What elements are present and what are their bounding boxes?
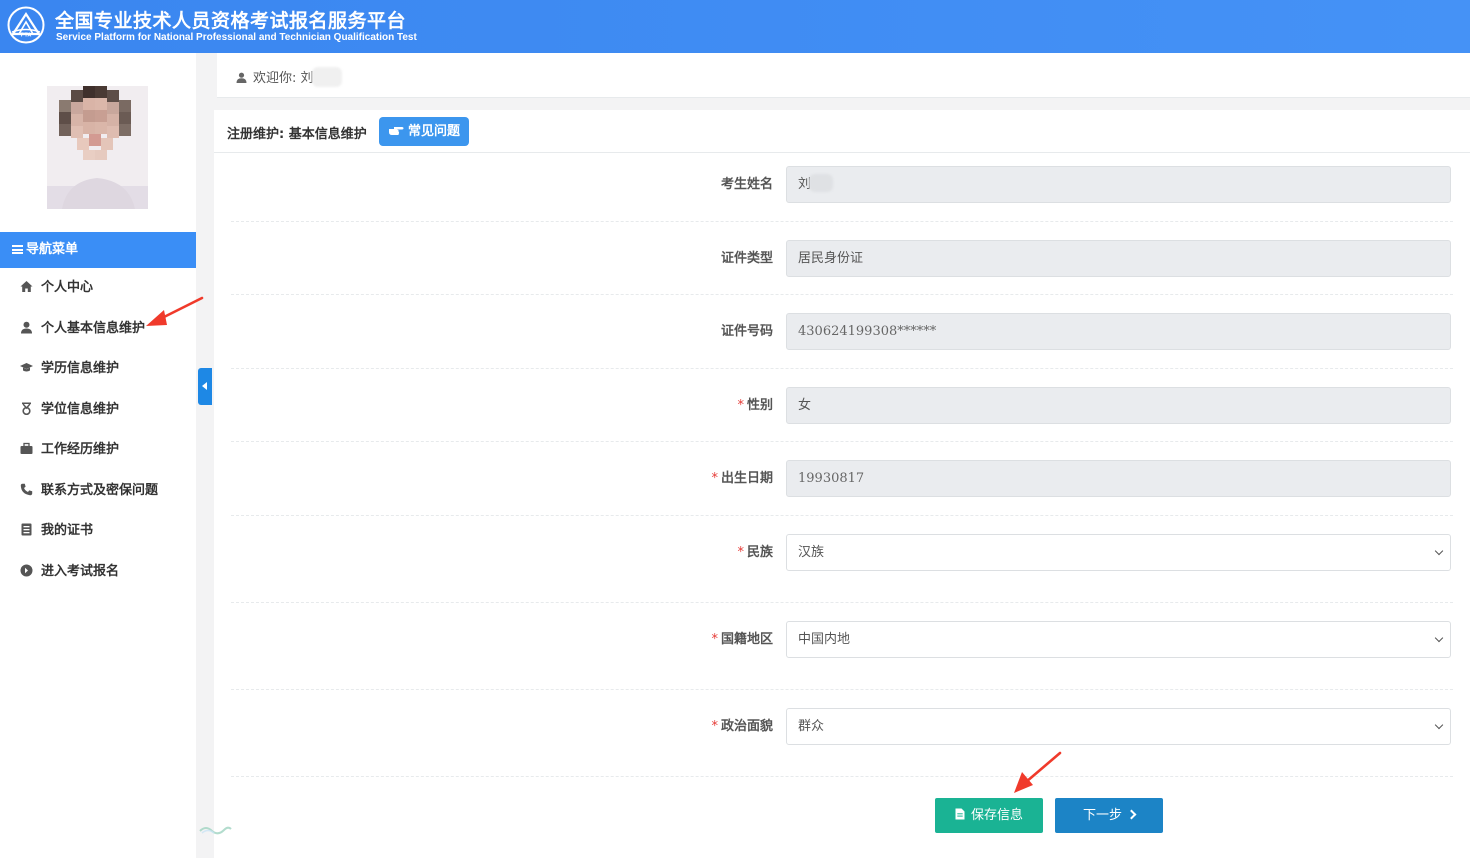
arrow-circle-icon	[20, 564, 33, 576]
selected-value: 汉族	[798, 545, 825, 560]
annotation-arrow	[146, 296, 204, 326]
field-label-text: 民族	[746, 545, 773, 560]
sidebar-item-label: 学位信息维护	[41, 401, 120, 417]
site-subtitle: Service Platform for National Profession…	[56, 32, 417, 43]
sidebar-collapse-toggle[interactable]	[198, 368, 212, 405]
name-field: 刘	[786, 166, 1451, 203]
required-mark: *	[711, 471, 718, 486]
sidebar-item-label: 联系方式及密保问题	[41, 482, 159, 498]
form-label: * 国籍地区	[711, 628, 773, 647]
faq-label: 常见问题	[408, 124, 461, 139]
id-number-field: 430624199308******	[786, 313, 1451, 350]
form-label: 证件类型	[721, 247, 773, 266]
nav-menu-title: 导航菜单	[26, 242, 79, 257]
redacted-name-mask	[311, 67, 342, 87]
sidebar-item-degree[interactable]: 学位信息维护	[0, 390, 196, 431]
form-row-name: 考生姓名 刘	[231, 153, 1453, 222]
chevron-right-icon	[1126, 809, 1137, 820]
field-label-text: 证件类型	[720, 251, 773, 266]
user-icon	[236, 72, 247, 83]
form-label: 考生姓名	[721, 173, 773, 192]
pointing-hand-icon	[389, 127, 404, 135]
form-label: * 政治面貌	[711, 715, 773, 734]
required-mark: *	[737, 545, 744, 560]
field-label-text: 政治面貌	[720, 719, 773, 734]
form-label: * 出生日期	[711, 467, 773, 486]
field-label-text: 出生日期	[720, 471, 773, 486]
sidebar-item-work-history[interactable]: 工作经历维护	[0, 430, 196, 471]
form-label: * 民族	[737, 541, 773, 560]
briefcase-icon	[20, 442, 33, 454]
field-label-text: 性别	[746, 398, 773, 413]
sidebar-item-label: 个人基本信息维护	[41, 320, 146, 336]
field-value: 居民身份证	[798, 251, 864, 266]
welcome-message: 欢迎你: 刘	[236, 67, 342, 87]
field-value: 430624199308******	[798, 324, 937, 339]
selected-value: 群众	[798, 719, 825, 734]
sidebar-item-education[interactable]: 学历信息维护	[0, 349, 196, 390]
field-label-text: 证件号码	[720, 324, 773, 339]
form-row-ethnicity: * 民族 汉族	[231, 516, 1453, 603]
form-row-id-number: 证件号码 430624199308******	[231, 295, 1453, 369]
sidebar-item-certificates[interactable]: 我的证书	[0, 511, 196, 552]
field-value: 女	[798, 398, 812, 413]
form-row-political-status: * 政治面貌 群众	[231, 690, 1453, 777]
id-type-field: 居民身份证	[786, 240, 1451, 277]
welcome-text: 欢迎你: 刘	[253, 71, 314, 86]
birth-date-field: 19930817	[786, 460, 1451, 497]
sidebar-item-label: 学历信息维护	[41, 361, 120, 376]
svg-text:PTA: PTA	[21, 33, 32, 39]
phone-icon	[20, 483, 33, 495]
sidebar-item-label: 工作经历维护	[41, 442, 120, 457]
save-button[interactable]: 保存信息	[935, 798, 1043, 833]
form-row-nationality: * 国籍地区 中国内地	[231, 603, 1453, 690]
avatar-photo	[47, 86, 148, 209]
nationality-select[interactable]: 中国内地	[786, 621, 1451, 658]
platform-logo-icon: PTA	[7, 6, 45, 44]
graduation-cap-icon	[20, 363, 33, 372]
sidebar-item-label: 进入考试报名	[41, 563, 120, 579]
decorative-squiggle-icon	[199, 826, 232, 835]
next-button-label: 下一步	[1082, 808, 1122, 823]
sidebar-item-label: 我的证书	[41, 523, 94, 538]
ethnicity-select[interactable]: 汉族	[786, 534, 1451, 571]
faq-button[interactable]: 常见问题	[379, 117, 470, 146]
field-label-text: 国籍地区	[720, 632, 773, 647]
certificate-icon	[21, 523, 32, 536]
sidebar-item-contact-security[interactable]: 联系方式及密保问题	[0, 471, 196, 512]
menu-icon	[12, 245, 23, 254]
breadcrumb: 注册维护: 基本信息维护	[227, 127, 367, 142]
home-icon	[20, 281, 33, 292]
avatar	[47, 86, 148, 209]
field-value: 19930817	[798, 471, 865, 486]
form-row-birth-date: * 出生日期 19930817	[231, 442, 1453, 516]
field-label-text: 考生姓名	[720, 177, 773, 192]
user-icon	[21, 321, 32, 333]
welcome-bar: 欢迎你: 刘	[217, 53, 1470, 98]
next-step-button[interactable]: 下一步	[1055, 798, 1163, 833]
medal-icon	[22, 402, 31, 415]
form-row-id-type: 证件类型 居民身份证	[231, 222, 1453, 295]
required-mark: *	[711, 632, 718, 647]
sidebar: 导航菜单 个人中心 个人基本信息维护 学历信息维护 学位信息维护 工作经历维护 …	[0, 53, 196, 858]
panel-header: 注册维护: 基本信息维护 常见问题	[214, 110, 1470, 153]
gender-field: 女	[786, 387, 1451, 424]
annotation-arrow	[1014, 751, 1062, 793]
form-label: 证件号码	[721, 320, 773, 339]
document-icon	[955, 808, 965, 820]
redacted-name-mask	[809, 174, 834, 192]
required-mark: *	[711, 719, 718, 734]
political-status-select[interactable]: 群众	[786, 708, 1451, 745]
top-header: PTA 全国专业技术人员资格考试报名服务平台 Service Platform …	[0, 0, 1470, 53]
required-mark: *	[737, 398, 744, 413]
nav-menu-header[interactable]: 导航菜单	[0, 232, 196, 268]
sidebar-item-label: 个人中心	[41, 280, 94, 295]
selected-value: 中国内地	[798, 632, 851, 647]
save-button-label: 保存信息	[970, 808, 1023, 823]
site-title: 全国专业技术人员资格考试报名服务平台	[55, 10, 407, 32]
form-row-gender: * 性别 女	[231, 369, 1453, 442]
form-label: * 性别	[737, 394, 773, 413]
sidebar-item-exam-registration[interactable]: 进入考试报名	[0, 552, 196, 593]
